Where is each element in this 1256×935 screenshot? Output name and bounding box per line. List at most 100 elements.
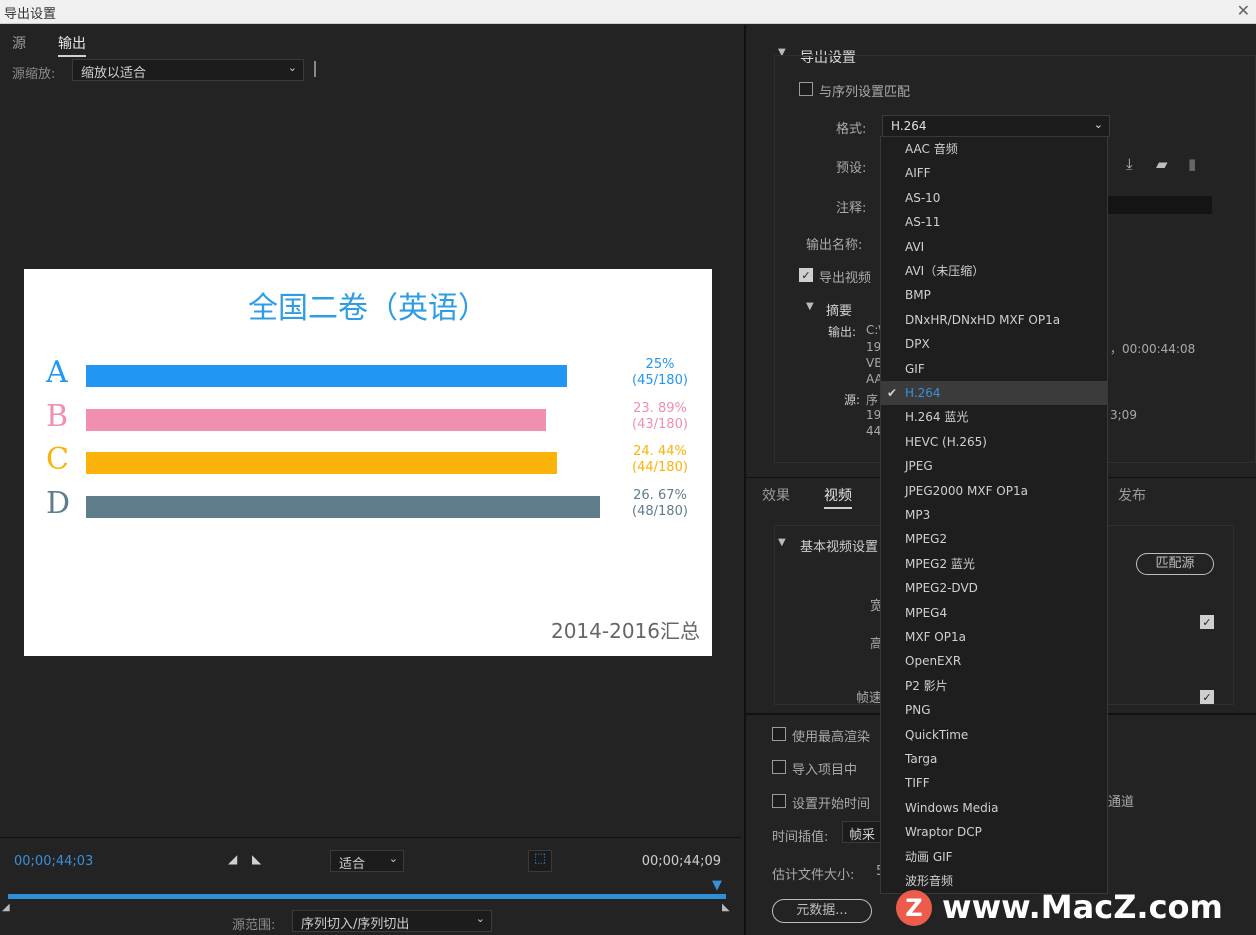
chevron-down-icon: ⌄	[475, 912, 485, 925]
set-start-checkbox[interactable]	[772, 794, 786, 808]
format-option[interactable]: DPX	[881, 332, 1107, 356]
mark-in-icon[interactable]: ◢	[228, 852, 237, 866]
tab-source[interactable]: 源	[12, 33, 26, 53]
chart-data-label: 25% (45/180)	[620, 357, 700, 389]
fit-select[interactable]: 适合 ⌄	[330, 850, 404, 872]
time-interp-value: 帧采	[849, 828, 876, 843]
width-checkbox[interactable]: ✓	[1200, 615, 1214, 629]
format-option[interactable]: TIFF	[881, 771, 1107, 795]
format-option[interactable]: PNG	[881, 698, 1107, 722]
chart-category-label: A	[46, 355, 68, 390]
format-option[interactable]: MPEG2 蓝光	[881, 552, 1107, 576]
chart-bar	[86, 496, 600, 518]
format-option-label: AIFF	[905, 166, 931, 181]
timecode-current[interactable]: 00;00;44;03	[14, 854, 93, 869]
match-sequence-checkbox[interactable]	[799, 82, 813, 96]
match-source-button[interactable]: 匹配源	[1136, 553, 1214, 575]
format-option[interactable]: AIFF	[881, 161, 1107, 185]
chart-data-label-pct: 23. 89%	[633, 401, 687, 416]
format-option[interactable]: BMP	[881, 283, 1107, 307]
output-summary-duration: ，00:00:44:08	[1110, 342, 1196, 356]
timecode-duration: 00;00;44;09	[641, 854, 721, 869]
preset-label: 预设:	[836, 161, 867, 176]
crop-icon[interactable]: ⬚	[528, 850, 552, 872]
source-summary-line: 44	[866, 424, 882, 438]
import-project-checkbox[interactable]	[772, 760, 786, 774]
chevron-down-icon[interactable]: ▼	[806, 301, 814, 312]
chart-data-label: 26. 67% (48/180)	[620, 488, 700, 520]
tab-video[interactable]: 视频	[824, 485, 852, 509]
source-zoom-select[interactable]: 缩放以适合 ⌄	[72, 59, 304, 81]
format-select[interactable]: H.264 ⌄	[882, 115, 1110, 137]
metadata-button[interactable]: 元数据...	[772, 899, 872, 923]
comment-input[interactable]	[1106, 196, 1212, 214]
format-option[interactable]: AS-11	[881, 210, 1107, 234]
format-option-label: MPEG2-DVD	[905, 581, 978, 596]
format-option[interactable]: Targa	[881, 747, 1107, 771]
format-option[interactable]: Wraptor DCP	[881, 820, 1107, 844]
format-option[interactable]: GIF	[881, 357, 1107, 381]
format-option-label: JPEG2000 MXF OP1a	[905, 483, 1028, 498]
format-option-label: MPEG2 蓝光	[905, 556, 975, 571]
format-option[interactable]: ✔ H.264	[881, 381, 1107, 406]
tab-output[interactable]: 输出	[58, 33, 86, 57]
format-option[interactable]: AVI	[881, 235, 1107, 259]
window-title: 导出设置	[4, 7, 57, 22]
close-icon[interactable]: ✕	[1237, 1, 1250, 20]
format-option[interactable]: AVI（未压缩）	[881, 259, 1107, 283]
max-render-label: 使用最高渲染	[792, 730, 871, 745]
format-option-label: AS-11	[905, 215, 941, 230]
format-option[interactable]: JPEG2000 MXF OP1a	[881, 479, 1107, 503]
format-option[interactable]: MP3	[881, 503, 1107, 527]
format-option[interactable]: P2 影片	[881, 674, 1107, 698]
timeline-track[interactable]	[8, 894, 726, 899]
export-video-checkbox[interactable]: ✓	[799, 268, 813, 282]
format-option[interactable]: MPEG2	[881, 527, 1107, 551]
source-range-select[interactable]: 序列切入/序列切出 ⌄	[292, 910, 492, 932]
format-option[interactable]: AAC 音频	[881, 137, 1107, 161]
range-end-icon[interactable]: ◣	[722, 902, 730, 913]
chart-category-label: C	[46, 442, 69, 477]
frame-rate-checkbox[interactable]: ✓	[1200, 690, 1214, 704]
format-option[interactable]: JPEG	[881, 454, 1107, 478]
playhead-icon[interactable]: ▼	[712, 878, 722, 893]
format-option[interactable]: 动画 GIF	[881, 845, 1107, 869]
delete-preset-icon[interactable]: ▮	[1188, 155, 1196, 173]
format-option[interactable]: HEVC (H.265)	[881, 430, 1107, 454]
timeline-controls: 00;00;44;03 ◢ ◣ 适合 ⌄ ⬚ 00;00;44;09 ▼ ◢ ◣…	[0, 837, 741, 935]
format-option[interactable]: MPEG2-DVD	[881, 576, 1107, 600]
format-option[interactable]: Windows Media	[881, 796, 1107, 820]
format-option-label: 动画 GIF	[905, 849, 953, 864]
format-option[interactable]: MXF OP1a	[881, 625, 1107, 649]
source-range-value: 序列切入/序列切出	[301, 917, 410, 932]
source-summary-line: 19	[866, 408, 882, 422]
range-start-icon[interactable]: ◢	[2, 902, 10, 913]
source-zoom-label: 源缩放:	[12, 67, 56, 82]
format-option-label: BMP	[905, 288, 931, 303]
format-option[interactable]: QuickTime	[881, 723, 1107, 747]
source-range-label: 源范围:	[232, 918, 276, 933]
format-option-label: MPEG2	[905, 532, 948, 547]
preview-pane: 源 输出 源缩放: 缩放以适合 ⌄ 全国二卷（英语） 2014-2016汇总 A…	[0, 25, 741, 935]
format-option-label: JPEG	[905, 459, 933, 474]
mark-out-icon[interactable]: ◣	[252, 852, 261, 866]
format-option[interactable]: OpenEXR	[881, 649, 1107, 673]
format-option-label: DPX	[905, 337, 930, 352]
chart-data-label-pct: 24. 44%	[633, 444, 687, 459]
max-render-checkbox[interactable]	[772, 727, 786, 741]
format-option[interactable]: MPEG4	[881, 601, 1107, 625]
tab-publish[interactable]: 发布	[1118, 485, 1146, 505]
chart-category-label: B	[46, 399, 69, 434]
chart-data-label: 23. 89% (43/180)	[620, 401, 700, 433]
source-summary-duration: 3;09	[1110, 408, 1137, 422]
tab-effects[interactable]: 效果	[762, 485, 790, 505]
format-option[interactable]: H.264 蓝光	[881, 405, 1107, 429]
format-option[interactable]: DNxHR/DNxHD MXF OP1a	[881, 308, 1107, 332]
save-preset-icon[interactable]: ⤓	[1126, 155, 1133, 173]
format-option-label: GIF	[905, 361, 925, 376]
format-option-label: Wraptor DCP	[905, 825, 982, 840]
import-preset-icon[interactable]: ▰	[1156, 155, 1168, 173]
format-option[interactable]: AS-10	[881, 186, 1107, 210]
match-sequence-label: 与序列设置匹配	[819, 85, 911, 100]
source-zoom-value: 缩放以适合	[81, 66, 147, 81]
